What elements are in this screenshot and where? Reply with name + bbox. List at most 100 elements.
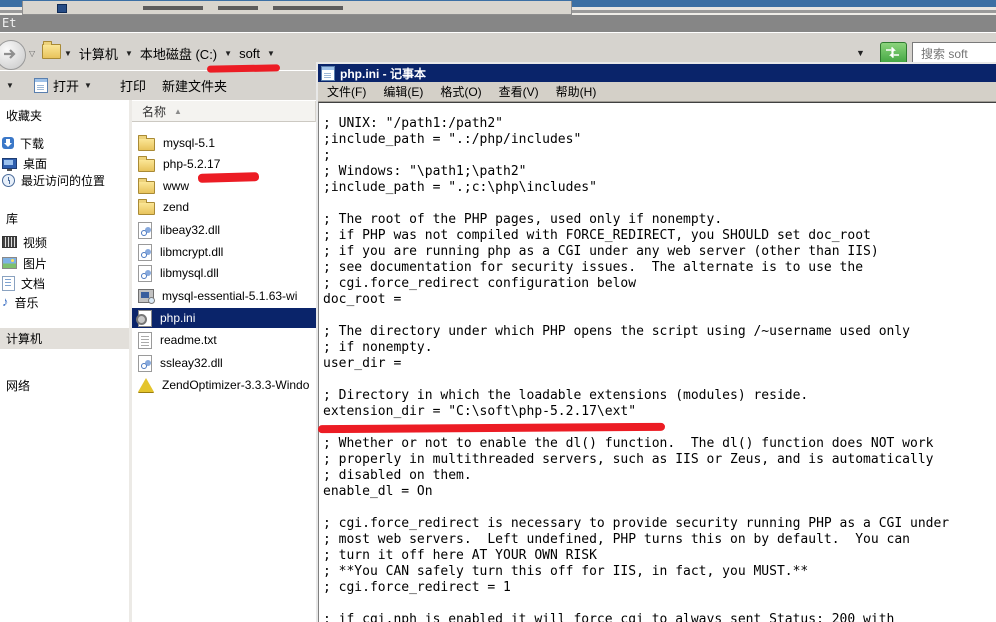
- sidebar-item-label: 最近访问的位置: [21, 172, 105, 189]
- new-folder-button[interactable]: 新建文件夹: [162, 76, 227, 94]
- menu-help[interactable]: 帮助(H): [556, 83, 597, 100]
- print-button-label: 打印: [120, 76, 146, 95]
- sidebar-item-label: 收藏夹: [6, 107, 42, 124]
- sidebar-item-computer[interactable]: 计算机: [0, 329, 42, 347]
- notepad-text-area[interactable]: ; UNIX: "/path1:/path2" ;include_path = …: [318, 102, 996, 622]
- notepad-icon: [321, 66, 335, 81]
- sidebar-item-label: 视频: [23, 234, 47, 251]
- chevron-down-icon[interactable]: ▼: [224, 49, 232, 58]
- menu-file[interactable]: 文件(F): [327, 83, 366, 100]
- sidebar-item-downloads[interactable]: 下载: [0, 134, 44, 152]
- file-row[interactable]: ZendOptimizer-3.3.3-Windo: [132, 375, 316, 395]
- document-icon: [2, 276, 15, 291]
- breadcrumb-item-computer[interactable]: 计算机: [79, 44, 118, 63]
- sidebar-item-label: 音乐: [15, 294, 39, 311]
- open-button[interactable]: 打开 ▼: [34, 76, 92, 94]
- file-name: www: [163, 179, 189, 193]
- music-note-icon: [2, 295, 9, 309]
- folder-icon: [138, 202, 155, 215]
- print-button[interactable]: 打印: [120, 76, 146, 94]
- background-text-smudge: [273, 6, 343, 10]
- file-name: php.ini: [160, 311, 195, 325]
- file-row[interactable]: ssleay32.dll: [132, 353, 316, 373]
- text-file-icon: [138, 332, 152, 349]
- file-row[interactable]: mysql-essential-5.1.63-wi: [132, 286, 316, 306]
- open-button-label: 打开: [53, 76, 79, 95]
- sidebar-item-videos[interactable]: 视频: [0, 233, 47, 251]
- sidebar-item-desktop[interactable]: 桌面: [0, 154, 47, 172]
- chevron-down-icon[interactable]: ▼: [64, 49, 72, 58]
- dll-file-icon: [138, 355, 152, 372]
- file-name: ssleay32.dll: [160, 356, 223, 370]
- background-window-icon: [57, 4, 67, 13]
- file-row-selected[interactable]: php.ini: [132, 308, 316, 328]
- folder-icon: [138, 159, 155, 172]
- sidebar-item-documents[interactable]: 文档: [0, 274, 45, 292]
- file-row[interactable]: mysql-5.1: [132, 133, 316, 153]
- file-name: libmysql.dll: [160, 266, 219, 280]
- new-folder-button-label: 新建文件夹: [162, 76, 227, 95]
- file-name: mysql-5.1: [163, 136, 215, 150]
- sidebar-item-label: 图片: [23, 255, 47, 272]
- ini-file-icon: [138, 310, 152, 327]
- background-window-fragment: [22, 1, 572, 15]
- sidebar-item-libraries[interactable]: 库: [0, 209, 18, 227]
- folder-icon: [138, 181, 155, 194]
- menu-format[interactable]: 格式(O): [440, 83, 481, 100]
- sidebar-item-label: 网络: [6, 377, 30, 394]
- breadcrumb-item-soft[interactable]: soft: [239, 46, 260, 61]
- address-dropdown-icon[interactable]: ▼: [856, 48, 865, 58]
- background-fragment-text: Et: [2, 16, 16, 30]
- dll-file-icon: [138, 222, 152, 239]
- breadcrumb: ▼ 计算机 ▼ 本地磁盘 (C:) ▼ soft ▼: [64, 44, 275, 62]
- sidebar-item-label: 文档: [21, 275, 45, 292]
- sidebar-item-music[interactable]: 音乐: [0, 293, 39, 311]
- installer-icon: [138, 289, 154, 303]
- menu-edit[interactable]: 编辑(E): [383, 83, 423, 100]
- file-row[interactable]: libeay32.dll: [132, 220, 316, 240]
- notepad-content[interactable]: ; UNIX: "/path1:/path2" ;include_path = …: [319, 103, 996, 622]
- notepad-window: php.ini - 记事本 文件(F) 编辑(E) 格式(O) 查看(V) 帮助…: [316, 62, 996, 622]
- chevron-down-icon[interactable]: ▼: [267, 49, 275, 58]
- folder-icon: [138, 138, 155, 151]
- sidebar-item-label: 库: [6, 210, 18, 227]
- address-folder-icon: [42, 44, 61, 59]
- file-row[interactable]: libmcrypt.dll: [132, 242, 316, 262]
- dll-file-icon: [138, 244, 152, 261]
- notepad-icon: [34, 78, 48, 93]
- sidebar-item-pictures[interactable]: 图片: [0, 254, 47, 272]
- sidebar-item-label: 桌面: [23, 155, 47, 172]
- file-row[interactable]: readme.txt: [132, 330, 316, 350]
- file-row[interactable]: libmysql.dll: [132, 263, 316, 283]
- annotation-underline-soft: [207, 64, 280, 72]
- file-name: libeay32.dll: [160, 223, 220, 237]
- sort-ascending-icon: ▲: [174, 107, 182, 116]
- screen: Et ▽ ▼ 计算机 ▼ 本地磁盘 (C:) ▼ soft ▼ ▼ ▼ 打开 ▼…: [0, 0, 996, 622]
- sidebar-item-label: 下载: [20, 135, 44, 152]
- menu-view[interactable]: 查看(V): [499, 83, 539, 100]
- file-name: readme.txt: [160, 333, 217, 347]
- sidebar-item-recent-places[interactable]: 最近访问的位置: [0, 171, 105, 189]
- download-icon: [2, 137, 14, 149]
- organize-button-cut[interactable]: ▼: [6, 76, 14, 94]
- file-name: libmcrypt.dll: [160, 245, 223, 259]
- chevron-down-icon[interactable]: ▼: [125, 49, 133, 58]
- search-input[interactable]: [919, 46, 996, 62]
- file-row[interactable]: php-5.2.17: [132, 154, 316, 174]
- file-row[interactable]: zend: [132, 197, 316, 217]
- background-text-smudge: [143, 6, 203, 10]
- chevron-down-icon: ▼: [6, 81, 14, 90]
- film-icon: [2, 236, 17, 248]
- background-gray-band: Et: [0, 15, 996, 32]
- column-header-label: 名称: [142, 103, 166, 120]
- sidebar-item-label: 计算机: [6, 330, 42, 347]
- dll-file-icon: [138, 265, 152, 282]
- nav-history-dropdown-icon[interactable]: ▽: [29, 49, 35, 58]
- column-header-name[interactable]: 名称 ▲: [132, 101, 316, 122]
- notepad-titlebar[interactable]: php.ini - 记事本: [318, 64, 996, 82]
- background-text-smudge: [218, 6, 258, 10]
- sidebar-item-favorites[interactable]: 收藏夹: [0, 106, 42, 124]
- file-name: ZendOptimizer-3.3.3-Windo: [162, 378, 309, 392]
- breadcrumb-item-local-disk-c[interactable]: 本地磁盘 (C:): [140, 44, 217, 63]
- sidebar-item-network[interactable]: 网络: [0, 376, 30, 394]
